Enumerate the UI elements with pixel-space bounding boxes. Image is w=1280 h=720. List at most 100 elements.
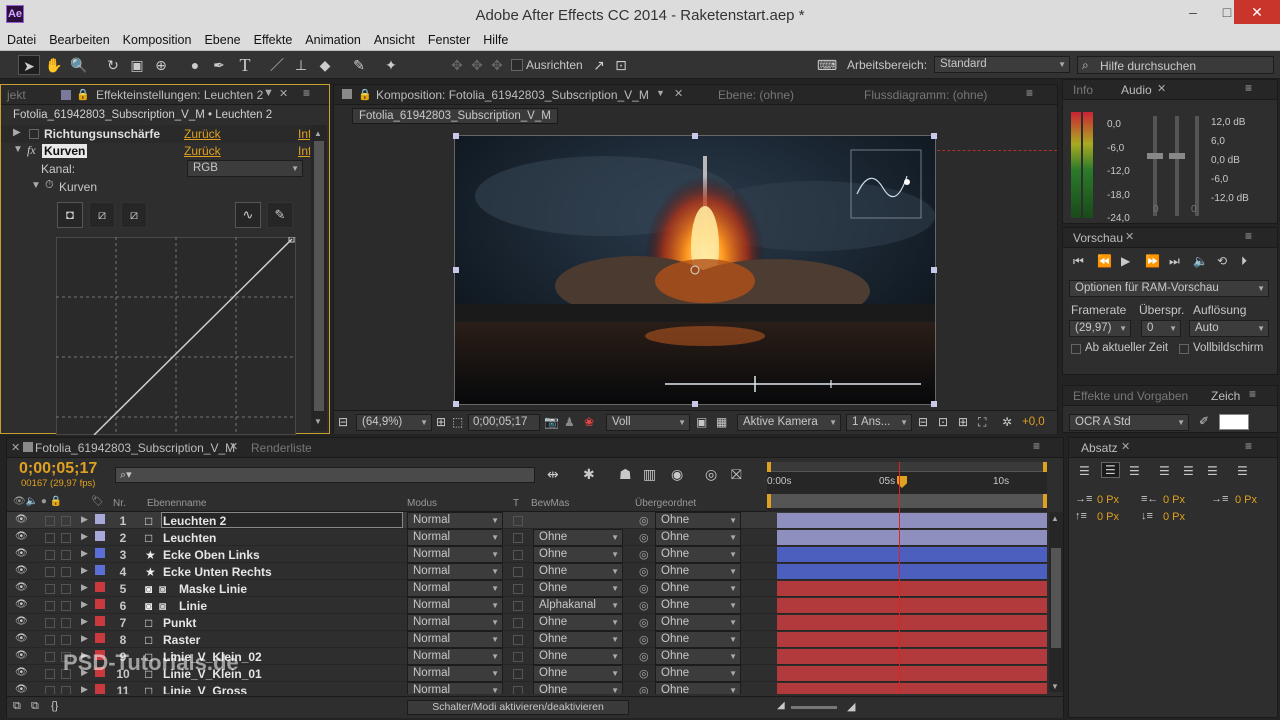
tab-effect-controls[interactable]: Effekteinstellungen: Leuchten 2 — [96, 88, 263, 102]
expand-arrow-icon[interactable]: ▶ — [81, 514, 88, 525]
layer-name[interactable]: Punkt — [163, 616, 196, 630]
eye-icon[interactable]: 👁 — [15, 514, 28, 525]
preview-resolution-dropdown[interactable]: Auto — [1189, 320, 1269, 337]
fullscreen-checkbox[interactable] — [1179, 344, 1189, 354]
audio-menu-icon[interactable]: ≡ — [1245, 81, 1252, 95]
align-left-icon[interactable]: ☰ — [1079, 464, 1090, 478]
layer-name[interactable]: Linie_V_Gross — [163, 684, 247, 694]
timeline-icon[interactable]: ⊞ — [958, 415, 968, 429]
grid-icon[interactable]: ⊞ — [436, 415, 446, 429]
comp-name-chip[interactable]: Fotolia_61942803_Subscription_V_M — [352, 108, 558, 124]
expand-arrow-icon[interactable]: ▶ — [81, 548, 88, 559]
comp-close-icon[interactable]: ✕ — [674, 87, 683, 100]
blend-mode-dropdown[interactable]: Normal — [407, 563, 503, 580]
curves-expand-icon[interactable]: ▼ — [31, 180, 41, 191]
camera-dropdown[interactable]: Aktive Kamera — [737, 414, 841, 431]
blend-mode-dropdown[interactable]: Normal — [407, 665, 503, 682]
snap-options-icon[interactable]: ↗ — [588, 55, 610, 75]
timeline-close-icon[interactable]: ✕ — [229, 440, 238, 453]
eye-icon[interactable]: 👁 — [15, 633, 28, 644]
track-matte-dropdown[interactable]: Ohne — [533, 580, 623, 597]
tab-render-queue[interactable]: Renderliste — [251, 441, 312, 455]
parent-dropdown[interactable]: Ohne — [655, 580, 741, 597]
snap-checkbox[interactable] — [511, 59, 523, 71]
first-frame-icon[interactable]: ⏮ — [1073, 254, 1084, 269]
layer-duration-bar[interactable] — [777, 632, 1047, 647]
pickwhip-icon[interactable]: ◎ — [639, 565, 649, 578]
motion-blur-icon[interactable]: ◉ — [671, 466, 683, 483]
character-menu-icon[interactable]: ≡ — [1249, 387, 1256, 401]
axis-world-icon[interactable]: ✥ — [466, 55, 488, 75]
paragraph-close-icon[interactable]: ✕ — [1121, 440, 1130, 453]
pickwhip-icon[interactable]: ◎ — [639, 599, 649, 612]
flowchart-icon[interactable]: ⛶ — [978, 415, 986, 430]
label-color-swatch[interactable] — [95, 599, 105, 609]
ram-preview-icon[interactable]: ⏵ — [1241, 254, 1247, 269]
audio-close-icon[interactable]: ✕ — [1157, 82, 1166, 95]
parent-dropdown[interactable]: Ohne — [655, 529, 741, 546]
curve-pencil-icon[interactable]: ✎ — [267, 202, 293, 228]
preserve-transparency-toggle[interactable] — [513, 669, 523, 679]
hand-tool-icon[interactable]: ✋ — [43, 55, 65, 75]
blend-mode-dropdown[interactable]: Normal — [407, 597, 503, 614]
skip-dropdown[interactable]: 0 — [1141, 320, 1181, 337]
fast-previews-icon[interactable]: ⊡ — [938, 415, 948, 429]
info-link-richtung[interactable]: Inf — [298, 127, 310, 141]
eye-icon[interactable]: 👁 — [15, 565, 28, 576]
comp-dropdown-icon[interactable]: ▼ — [656, 88, 665, 98]
tab-flowchart[interactable]: Flussdiagramm: (ohne) — [864, 88, 987, 102]
layer-duration-bar[interactable] — [777, 615, 1047, 630]
preserve-transparency-toggle[interactable] — [513, 584, 523, 594]
blend-mode-dropdown[interactable]: Normal — [407, 512, 503, 529]
label-color-swatch[interactable] — [95, 633, 105, 643]
menu-ansicht[interactable]: Ansicht — [367, 30, 421, 47]
menu-bearbeiten[interactable]: Bearbeiten — [42, 30, 115, 47]
eye-icon[interactable]: 👁 — [15, 599, 28, 610]
lock-toggle[interactable] — [61, 584, 71, 594]
eye-icon[interactable]: 👁 — [15, 548, 28, 559]
solo-toggle[interactable] — [45, 584, 55, 594]
region-of-interest-icon[interactable]: ▣ — [696, 415, 707, 429]
label-color-swatch[interactable] — [95, 616, 105, 626]
eye-icon[interactable]: 👁 — [15, 684, 28, 694]
pickwhip-icon[interactable]: ◎ — [639, 667, 649, 680]
framerate-dropdown[interactable]: (29,97) — [1069, 320, 1131, 337]
pickwhip-icon[interactable]: ◎ — [639, 650, 649, 663]
menu-effekte[interactable]: Effekte — [247, 30, 299, 47]
toggle-pixel-icon[interactable]: ⊟ — [918, 415, 928, 429]
solo-toggle[interactable] — [45, 567, 55, 577]
layer-row[interactable]: 👁 ▶ 11 □ Linie_V_Gross Normal Ohne ◎ Ohne — [7, 682, 1047, 694]
preserve-transparency-toggle[interactable] — [513, 533, 523, 543]
menu-animation[interactable]: Animation — [298, 30, 367, 47]
solo-toggle[interactable] — [45, 516, 55, 526]
solo-toggle[interactable] — [45, 618, 55, 628]
prev-frame-icon[interactable]: ⏪ — [1097, 254, 1112, 268]
camera-tool-icon[interactable]: ▣ — [126, 55, 148, 75]
last-frame-icon[interactable]: ⏭ — [1169, 254, 1180, 269]
effects-scrollbar[interactable]: ▲ ▼ — [311, 125, 327, 431]
tab-effects-presets[interactable]: Effekte und Vorgaben — [1073, 389, 1188, 403]
parent-dropdown[interactable]: Ohne — [655, 597, 741, 614]
space-after-value[interactable]: 0 Px — [1163, 511, 1185, 523]
layer-duration-bar[interactable] — [777, 581, 1047, 596]
solo-toggle[interactable] — [45, 550, 55, 560]
brush-tool-icon[interactable]: ／ — [266, 55, 288, 75]
transparency-grid-icon[interactable]: ▦ — [716, 415, 727, 429]
comp-timecode[interactable]: 0;00;05;17 — [468, 414, 540, 431]
lock-toggle[interactable] — [61, 686, 71, 694]
exposure-value[interactable]: +0,0 — [1022, 416, 1045, 428]
blend-mode-dropdown[interactable]: Normal — [407, 648, 503, 665]
eye-icon[interactable]: 👁 — [15, 531, 28, 542]
composition-viewer[interactable] — [454, 135, 936, 405]
preserve-transparency-toggle[interactable] — [513, 601, 523, 611]
lock-toggle[interactable] — [61, 516, 71, 526]
track-matte-dropdown[interactable]: Ohne — [533, 546, 623, 563]
layer-name[interactable]: Ecke Oben Links — [163, 548, 260, 562]
expand-arrow-icon[interactable]: ▶ — [81, 565, 88, 576]
label-color-swatch[interactable] — [95, 684, 105, 694]
layer-duration-bar[interactable] — [777, 530, 1047, 545]
pickwhip-icon[interactable]: ◎ — [639, 514, 649, 527]
tab-layer[interactable]: Ebene: (ohne) — [718, 88, 794, 102]
next-frame-icon[interactable]: ⏩ — [1145, 254, 1160, 268]
expand-arrow-icon[interactable]: ▶ — [81, 531, 88, 542]
